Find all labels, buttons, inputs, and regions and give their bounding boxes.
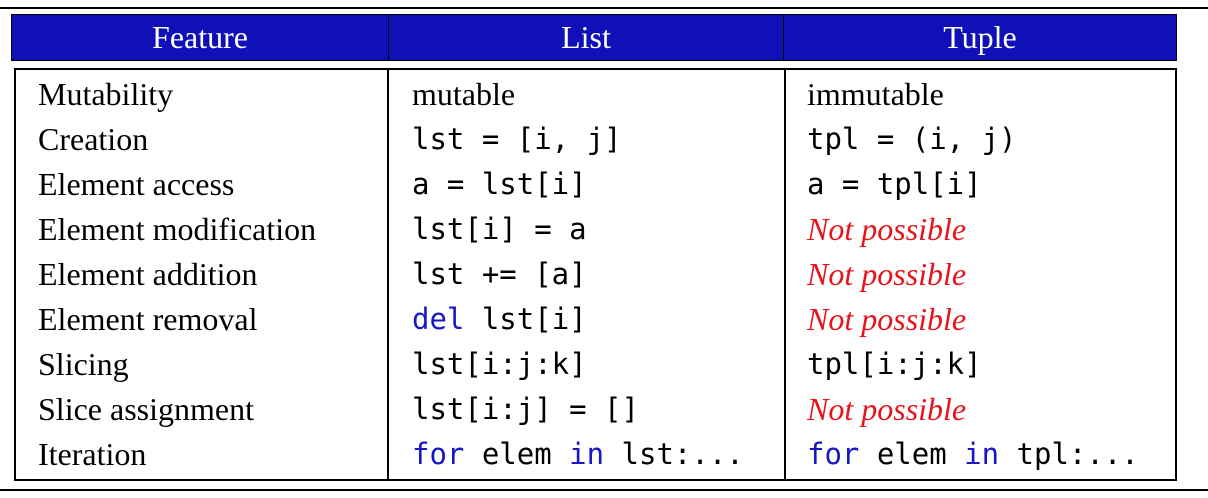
table-row: Iteration for elem in lst:... for elem i… xyxy=(16,432,1175,477)
list-cell: mutable xyxy=(412,76,516,112)
feature-cell: Slice assignment xyxy=(38,391,254,427)
bottom-rule xyxy=(0,489,1208,491)
header-feature: Feature xyxy=(12,15,389,60)
code-text: lst[i] xyxy=(464,302,587,336)
table-row: Element removal del lst[i] Not possible xyxy=(16,297,1175,342)
list-cell: del lst[i] xyxy=(412,297,587,342)
code-text: tpl:... xyxy=(999,437,1139,471)
keyword-del: del xyxy=(412,302,465,336)
tuple-cell-not-possible: Not possible xyxy=(807,301,967,337)
tuple-cell: immutable xyxy=(807,76,944,112)
tuple-cell: a = tpl[i] xyxy=(807,167,982,201)
header-tuple: Tuple xyxy=(943,19,1017,55)
table-row: Element modification lst[i] = a Not poss… xyxy=(16,207,1175,252)
feature-cell: Element addition xyxy=(38,256,258,292)
table-row: Slicing lst[i:j:k] tpl[i:j:k] xyxy=(16,342,1175,387)
list-cell: for elem in lst:... xyxy=(412,432,744,477)
feature-cell: Slicing xyxy=(38,346,129,382)
top-rule xyxy=(0,7,1208,9)
table-row: Mutability mutable immutable xyxy=(16,72,1175,117)
list-cell: lst[i:j:k] xyxy=(412,347,587,381)
header-list: List xyxy=(389,15,784,60)
feature-cell: Element access xyxy=(38,166,235,202)
tuple-cell-not-possible: Not possible xyxy=(807,391,967,427)
keyword-in: in xyxy=(964,437,1000,471)
tuple-cell: tpl = (i, j) xyxy=(807,122,1017,156)
list-cell: lst = [i, j] xyxy=(412,122,622,156)
feature-cell: Iteration xyxy=(38,436,147,472)
list-cell: lst[i:j] = [] xyxy=(412,392,639,426)
table-row: Element access a = lst[i] a = tpl[i] xyxy=(16,162,1175,207)
code-text: lst:... xyxy=(604,437,744,471)
tuple-cell: tpl[i:j:k] xyxy=(807,347,982,381)
code-text: elem xyxy=(859,437,965,471)
tuple-cell-not-possible: Not possible xyxy=(807,256,967,292)
keyword-for: for xyxy=(807,437,860,471)
list-cell: a = lst[i] xyxy=(412,167,587,201)
tuple-cell: for elem in tpl:... xyxy=(807,432,1139,477)
tuple-cell-not-possible: Not possible xyxy=(807,211,967,247)
feature-cell: Creation xyxy=(38,121,149,157)
feature-cell: Element removal xyxy=(38,301,258,337)
table-row: Element addition lst += [a] Not possible xyxy=(16,252,1175,297)
list-cell: lst[i] = a xyxy=(412,212,587,246)
table-row: Creation lst = [i, j] tpl = (i, j) xyxy=(16,117,1175,162)
list-cell: lst += [a] xyxy=(412,257,587,291)
feature-cell: Element modification xyxy=(38,211,317,247)
code-text: elem xyxy=(464,437,570,471)
keyword-in: in xyxy=(569,437,605,471)
feature-cell: Mutability xyxy=(38,76,174,112)
table-row: Slice assignment lst[i:j] = [] Not possi… xyxy=(16,387,1175,432)
keyword-for: for xyxy=(412,437,465,471)
table-body: Mutability mutable immutable Creation ls… xyxy=(14,68,1177,481)
table-header: Feature List Tuple xyxy=(11,14,1177,61)
